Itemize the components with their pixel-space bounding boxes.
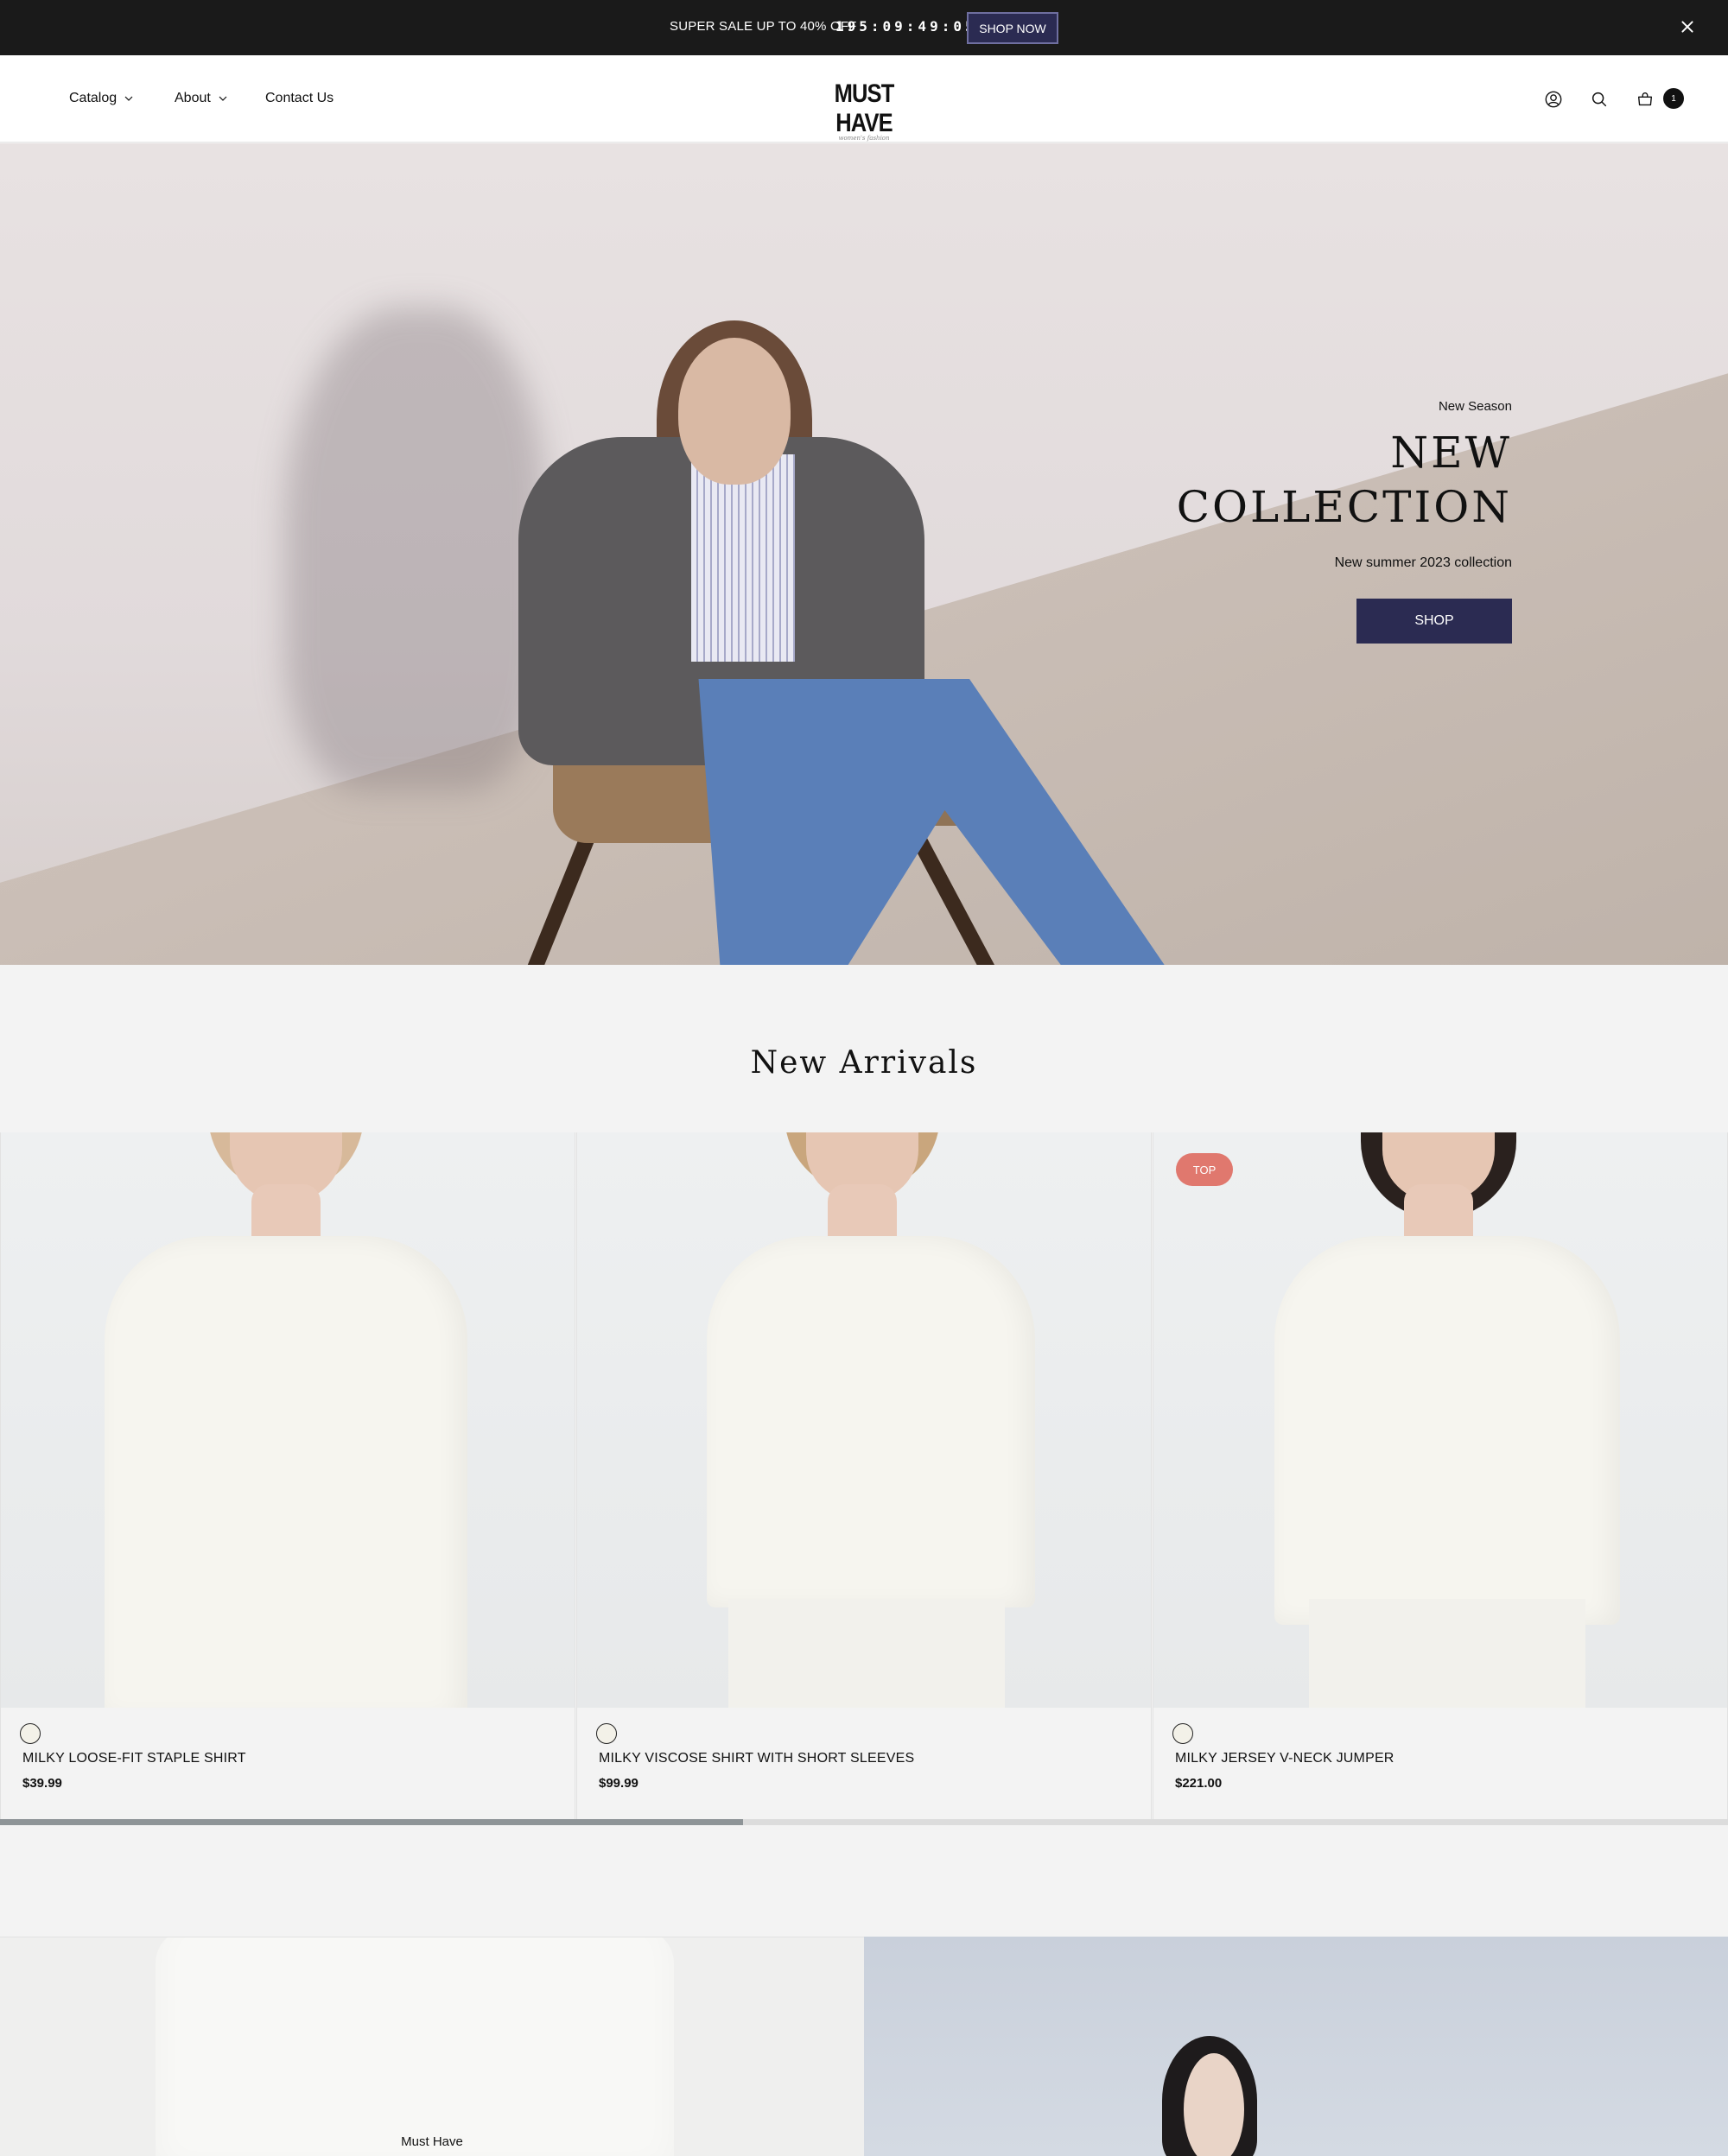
banner-image-tshirt xyxy=(156,1937,674,2156)
hero-title: NEW COLLECTION xyxy=(1123,426,1512,535)
product-card[interactable]: MILKY VISCOSE SHIRT WITH SHORT SLEEVES $… xyxy=(576,1132,1152,1822)
product-price: $39.99 xyxy=(22,1776,62,1791)
hero-eyebrow: New Season xyxy=(1438,399,1512,414)
product-image[interactable]: TOP xyxy=(1153,1132,1727,1708)
product-image[interactable] xyxy=(577,1132,1151,1708)
nav-about[interactable]: About xyxy=(175,91,228,106)
nav-about-label: About xyxy=(175,91,211,105)
hero-title-line2: COLLECTION xyxy=(1176,482,1512,532)
nav-catalog-label: Catalog xyxy=(69,91,118,105)
product-price: $99.99 xyxy=(599,1776,638,1791)
close-icon[interactable] xyxy=(1676,16,1699,38)
color-swatch[interactable] xyxy=(20,1723,41,1744)
announcement-shop-now-button[interactable]: SHOP NOW xyxy=(967,12,1058,44)
site-header: Catalog About Contact Us MUST HAVE women… xyxy=(0,55,1728,143)
color-swatch[interactable] xyxy=(596,1723,617,1744)
product-price: $221.00 xyxy=(1175,1776,1223,1791)
countdown-timer: 195:09:49:05 xyxy=(835,18,977,35)
banner-label: Must Have xyxy=(401,2134,463,2149)
hero-shop-button[interactable]: SHOP xyxy=(1356,599,1512,644)
nav-catalog[interactable]: Catalog xyxy=(69,91,134,106)
announcement-bar: SUPER SALE UP TO 40% OFF 195:09:49:05 SH… xyxy=(0,0,1728,55)
product-carousel[interactable]: MILKY LOOSE-FIT STAPLE SHIRT $39.99 MILK… xyxy=(0,1132,1728,1822)
carousel-scrollbar[interactable] xyxy=(0,1819,1728,1825)
banner-model-face xyxy=(1184,2053,1244,2156)
product-image[interactable] xyxy=(1,1132,575,1708)
hero-banner xyxy=(0,143,1728,965)
hero-title-line1: NEW xyxy=(1390,428,1512,478)
carousel-scrollbar-thumb[interactable] xyxy=(0,1819,743,1825)
color-swatch[interactable] xyxy=(1172,1723,1193,1744)
search-icon[interactable] xyxy=(1588,88,1610,111)
nav-contact-label: Contact Us xyxy=(265,91,334,105)
hero-subtitle: New summer 2023 collection xyxy=(1334,555,1512,570)
site-logo[interactable]: MUST HAVE women's fashion xyxy=(808,79,920,142)
hero-model-head xyxy=(678,338,791,485)
product-name[interactable]: MILKY LOOSE-FIT STAPLE SHIRT xyxy=(22,1751,246,1766)
cart-count-badge: 1 xyxy=(1663,88,1684,109)
product-name[interactable]: MILKY JERSEY V-NECK JUMPER xyxy=(1175,1751,1394,1766)
section-title-new-arrivals: New Arrivals xyxy=(750,1045,978,1081)
product-card[interactable]: MILKY LOOSE-FIT STAPLE SHIRT $39.99 xyxy=(0,1132,575,1822)
nav-contact-us[interactable]: Contact Us xyxy=(265,91,334,106)
product-card[interactable]: TOP MILKY JERSEY V-NECK JUMPER $221.00 xyxy=(1153,1132,1728,1822)
logo-wordmark: MUST HAVE xyxy=(834,79,895,137)
hero-model-shirt xyxy=(691,454,795,662)
product-name[interactable]: MILKY VISCOSE SHIRT WITH SHORT SLEEVES xyxy=(599,1751,914,1766)
cart-icon[interactable] xyxy=(1634,88,1656,111)
hero-image-shadow xyxy=(285,308,544,791)
announcement-message: SUPER SALE UP TO 40% OFF xyxy=(670,19,857,34)
account-icon[interactable] xyxy=(1542,88,1565,111)
product-badge: TOP xyxy=(1176,1153,1233,1186)
promo-banner-left[interactable]: Must Have xyxy=(0,1937,864,2156)
chevron-down-icon xyxy=(124,96,133,101)
promo-banner-right[interactable] xyxy=(864,1937,1728,2156)
chevron-down-icon xyxy=(219,96,227,101)
